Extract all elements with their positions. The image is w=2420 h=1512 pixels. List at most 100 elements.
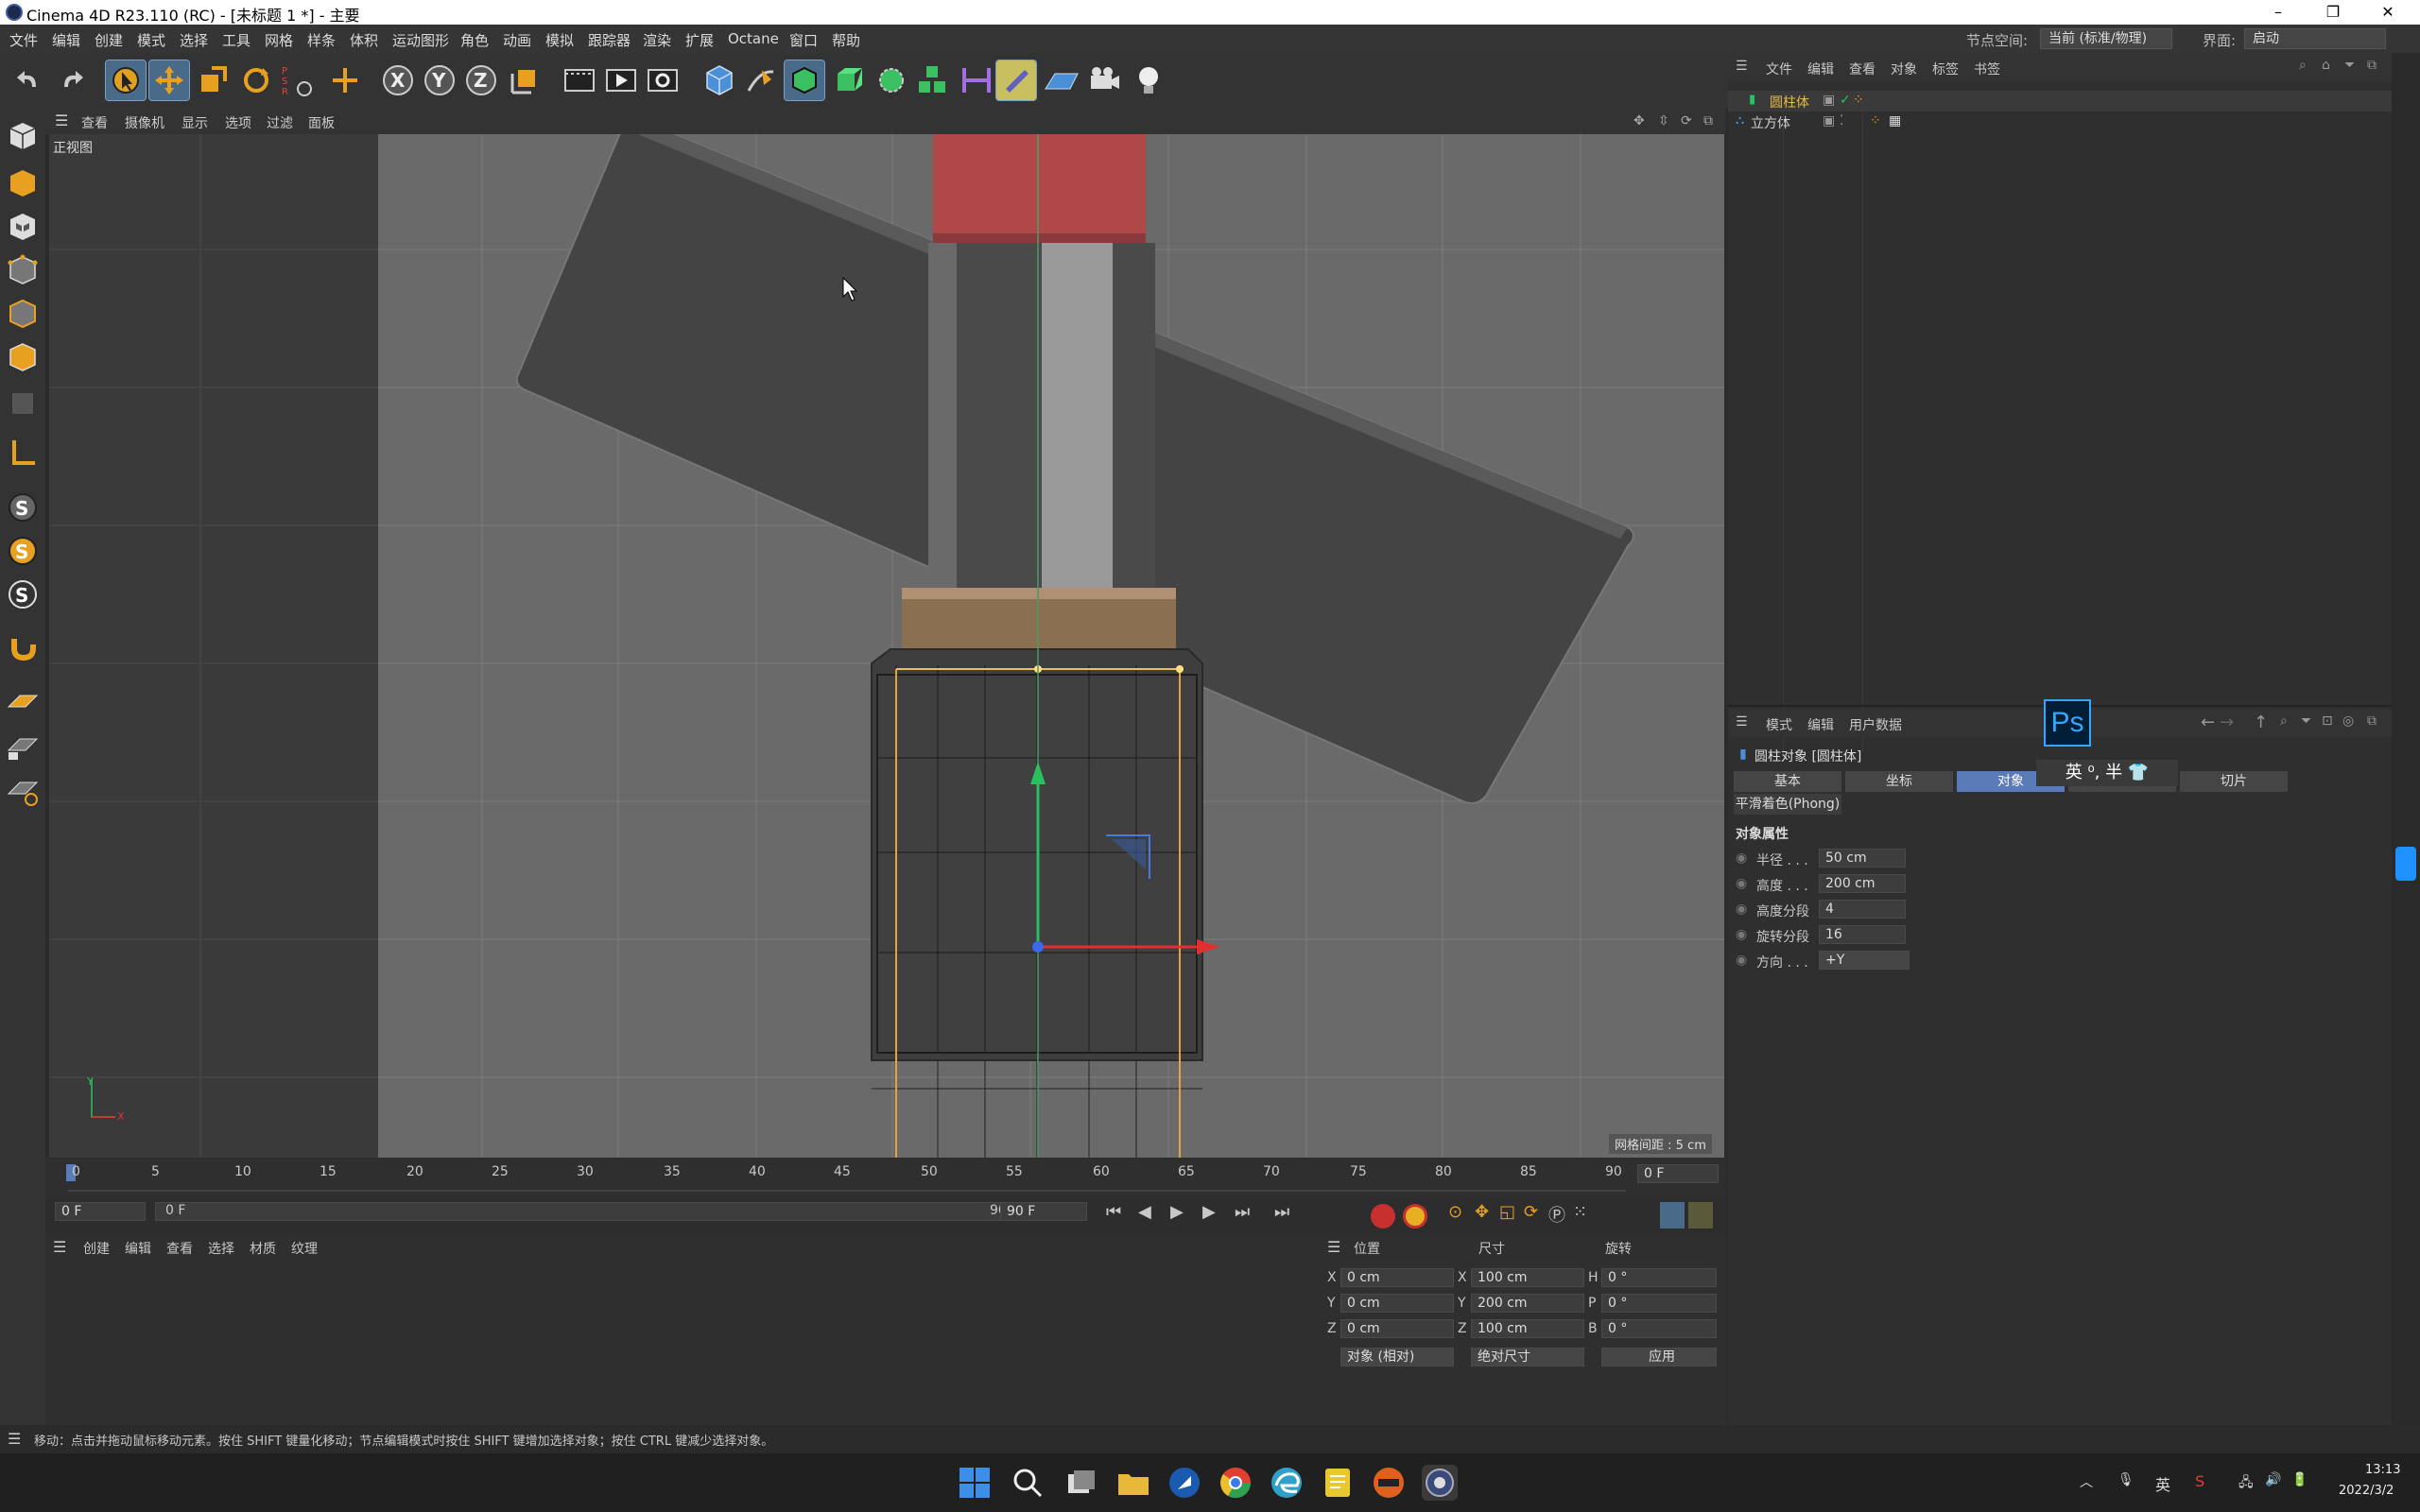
coord-mode-dropdown[interactable]: 对象 (相对) (1340, 1348, 1454, 1366)
key-pla-icon[interactable]: ⁙ (1573, 1202, 1587, 1222)
keyframe-selection-icon[interactable]: ⊙ (1448, 1202, 1462, 1222)
menu-volume[interactable]: 体积 (350, 30, 378, 50)
viewport-menu-cameras[interactable]: 摄像机 (125, 113, 164, 132)
menu-help[interactable]: 帮助 (832, 30, 860, 50)
radio-icon[interactable]: ◉ (1736, 902, 1747, 917)
x-axis-lock-icon[interactable]: X (378, 60, 418, 100)
radio-icon[interactable]: ◉ (1736, 953, 1747, 968)
menu-character[interactable]: 角色 (460, 30, 489, 50)
om-menu-file[interactable]: 文件 (1766, 60, 1792, 78)
psr-tool-icon[interactable]: PSR (278, 60, 318, 100)
film-strip-icon[interactable] (1688, 1202, 1713, 1228)
current-frame-field[interactable]: 0 F (1637, 1164, 1719, 1183)
size-mode-dropdown[interactable]: 绝对尺寸 (1471, 1348, 1584, 1366)
viewport-zoom-icon[interactable]: ⇳ (1658, 113, 1669, 129)
tab-slice[interactable]: 切片 (2180, 771, 2288, 792)
play-icon[interactable]: ▶ (1170, 1202, 1184, 1222)
forward-arrow-icon[interactable]: → (2220, 713, 2234, 732)
om-new-window-icon[interactable]: ⧉ (2367, 58, 2377, 73)
tab-phong[interactable]: 平滑着色(Phong) (1734, 794, 1841, 815)
rot-h-field[interactable]: 0 ° (1601, 1268, 1717, 1287)
visibility-icon[interactable]: ▣ (1823, 113, 1835, 129)
viewport-pan-icon[interactable]: ✥ (1634, 113, 1645, 129)
om-menu-bookmarks[interactable]: 书签 (1974, 60, 2000, 78)
sogou-icon[interactable]: S (2195, 1472, 2204, 1490)
side-tab-active[interactable] (2395, 847, 2416, 881)
restore-button[interactable]: ❐ (2314, 2, 2352, 23)
light-icon[interactable] (1129, 60, 1168, 100)
prev-key-icon[interactable]: ◀ (1138, 1202, 1151, 1222)
pen-spline-icon[interactable] (741, 60, 781, 100)
viewport-menu-view[interactable]: 查看 (81, 113, 108, 132)
minimize-button[interactable]: – (2259, 2, 2297, 23)
edge-icon[interactable] (1269, 1465, 1305, 1501)
battery-icon[interactable]: 🔋 (2291, 1472, 2308, 1487)
workplane-icon[interactable] (5, 684, 41, 720)
sound-icon[interactable] (1660, 1202, 1685, 1228)
file-explorer-icon[interactable] (1115, 1465, 1151, 1501)
menu-octane[interactable]: Octane (728, 30, 779, 47)
prop-height-field[interactable]: 200 cm (1819, 874, 1906, 893)
points-mode-icon[interactable] (5, 253, 41, 289)
search-icon[interactable] (1010, 1465, 1046, 1501)
model-mode-icon[interactable] (5, 166, 41, 202)
chrome-icon[interactable] (1218, 1465, 1253, 1501)
viewport-hamburger-icon[interactable]: ☰ (55, 112, 68, 129)
om-home-icon[interactable]: ⌂ (2322, 58, 2330, 73)
close-button[interactable]: ✕ (2369, 2, 2407, 23)
om-search-icon[interactable]: ⌕ (2299, 58, 2307, 73)
menu-tools[interactable]: 工具 (222, 30, 251, 50)
menu-render[interactable]: 渲染 (643, 30, 671, 50)
radio-icon[interactable]: ◉ (1736, 927, 1747, 942)
viewport-menu-options[interactable]: 选项 (225, 113, 251, 132)
key-position-icon[interactable]: ✥ (1475, 1202, 1489, 1222)
mat-menu-texture[interactable]: 纹理 (291, 1239, 318, 1258)
ime-indicator[interactable]: 英 (2155, 1472, 2170, 1495)
pos-x-field[interactable]: 0 cm (1340, 1268, 1454, 1287)
end-frame-field[interactable]: 90 F (1000, 1202, 1087, 1221)
goto-start-icon[interactable]: ⏮ (1106, 1202, 1121, 1222)
menu-edit[interactable]: 编辑 (52, 30, 80, 50)
start-button-icon[interactable] (957, 1465, 993, 1501)
attr-search-icon[interactable]: ⌕ (2280, 713, 2288, 729)
network-icon[interactable]: 🖧 (2238, 1472, 2254, 1495)
menu-simulate[interactable]: 模拟 (545, 30, 574, 50)
attr-lock-icon[interactable]: ⊡ (2322, 713, 2333, 729)
app-orange-icon[interactable] (1371, 1465, 1407, 1501)
camera-icon[interactable] (1085, 60, 1125, 100)
viewport-rotate-icon[interactable]: ⟳ (1681, 113, 1692, 129)
mograph-cubes-icon[interactable] (913, 60, 953, 100)
checker-material-icon[interactable]: ▦ (1889, 113, 1901, 129)
prop-radius-field[interactable]: 50 cm (1819, 849, 1906, 868)
clock-date[interactable]: 2022/3/2 (2339, 1484, 2394, 1498)
menu-mode[interactable]: 模式 (137, 30, 165, 50)
redo-icon[interactable] (51, 60, 91, 100)
uv-mode-icon[interactable] (5, 386, 41, 421)
object-row-cube[interactable]: ⛬ 立方体 ▣ ⁚ ⁘ ▦ (1728, 112, 2392, 132)
back-arrow-icon[interactable]: ← (2201, 713, 2215, 732)
extrude-icon[interactable] (828, 60, 868, 100)
menu-file[interactable]: 文件 (9, 30, 38, 50)
cube-primitive-icon[interactable] (700, 60, 739, 100)
menu-animate[interactable]: 动画 (503, 30, 531, 50)
attr-menu-mode[interactable]: 模式 (1766, 715, 1792, 734)
app-arrow-icon[interactable] (1167, 1465, 1202, 1501)
tray-chevron-icon[interactable]: ︿ (2080, 1472, 2093, 1491)
object-row-cylinder[interactable]: ▮ 圆柱体 ▣ ✓ ⁘ (1728, 91, 2392, 112)
record-icon[interactable] (1371, 1204, 1395, 1228)
menu-create[interactable]: 创建 (95, 30, 123, 50)
move-tool-icon[interactable] (148, 60, 190, 101)
goto-end-alt-icon[interactable]: ⏭ (1274, 1202, 1289, 1222)
rot-p-field[interactable]: 0 ° (1601, 1294, 1717, 1313)
planar-workplane-icon[interactable] (5, 771, 41, 807)
viewport-menu-display[interactable]: 显示 (182, 113, 208, 132)
mat-menu-view[interactable]: 查看 (166, 1239, 193, 1258)
mat-menu-edit[interactable]: 编辑 (125, 1239, 151, 1258)
coordinate-system-icon[interactable] (505, 60, 544, 100)
attr-menu-userdata[interactable]: 用户数据 (1849, 715, 1902, 734)
attr-new-window-icon[interactable]: ⧉ (2367, 713, 2377, 729)
locked-workplane-icon[interactable] (5, 728, 41, 764)
om-filter-icon[interactable]: ⏷ (2344, 58, 2355, 73)
size-y-field[interactable]: 200 cm (1471, 1294, 1584, 1313)
pos-y-field[interactable]: 0 cm (1340, 1294, 1454, 1313)
